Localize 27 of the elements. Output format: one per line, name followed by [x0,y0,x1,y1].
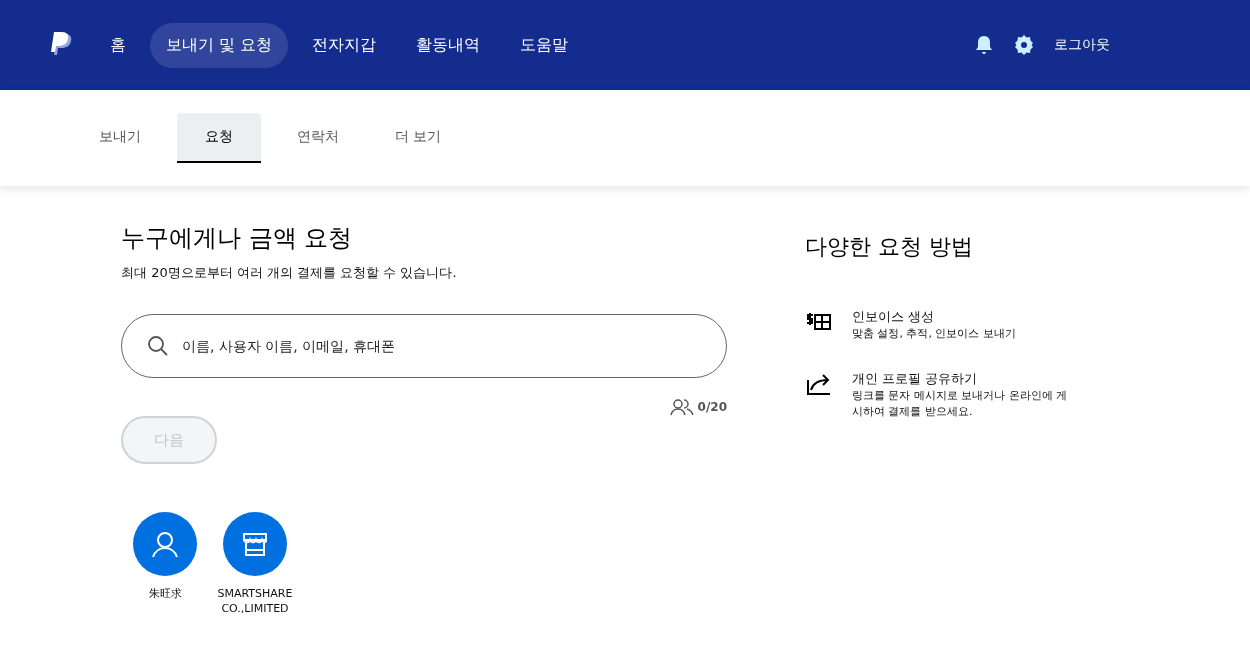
nav-link[interactable]: 전자지갑 [296,22,393,68]
tab[interactable]: 연락처 [277,113,359,163]
nav-link[interactable]: 보내기 및 요청 [150,22,289,68]
logout-link[interactable]: 로그아웃 [1054,36,1110,54]
contact-name: 朱旺求 [147,586,183,601]
storefront-icon [241,530,269,558]
section-heading: 다양한 요청 방법 [805,233,974,261]
person-icon [151,530,179,558]
option-description: 링크를 문자 메시지로 보내거나 온라인에 게시하여 결제를 받으세요. [852,388,1069,420]
tab[interactable]: 요청 [177,113,261,163]
subtitle-text: 최대 20명으로부터 여러 개의 결제를 요청할 수 있습니다. [121,264,458,282]
search-field[interactable]: 이름, 사용자 이름, 이메일, 휴대폰 [121,314,727,378]
contact-name: SMARTSHARE CO.,LIMITED [216,586,294,616]
nav-link[interactable]: 도움말 [504,22,585,68]
page-heading: 누구에게나 금액 요청 [121,223,354,254]
option-description: 맞춤 설정, 추적, 인보이스 보내기 [852,326,1017,342]
recipient-count: 0/20 [697,400,727,414]
option-title[interactable]: 인보이스 생성 [852,308,1078,326]
settings-icon[interactable] [1014,35,1034,55]
tab[interactable]: 더 보기 [375,113,462,163]
nav-link[interactable]: 홈 [94,22,142,68]
search-icon [147,335,169,357]
option-title[interactable]: 개인 프로필 공유하기 [852,370,1078,388]
nav-link[interactable]: 활동내역 [400,22,497,68]
bell-icon[interactable] [974,35,994,55]
people-icon [669,398,694,416]
tab[interactable]: 보내기 [79,113,161,163]
